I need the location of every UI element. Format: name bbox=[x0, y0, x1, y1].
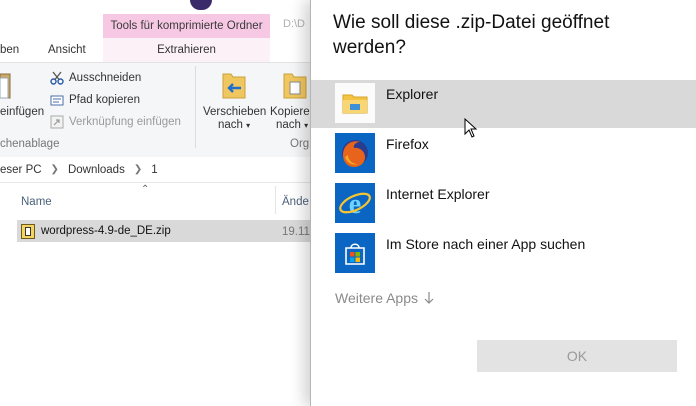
column-header-date[interactable]: Ände bbox=[282, 196, 309, 208]
app-option-explorer[interactable]: Explorer bbox=[311, 80, 696, 128]
tab-extract[interactable]: Extrahieren bbox=[103, 38, 270, 63]
more-apps-label: Weitere Apps bbox=[335, 290, 419, 306]
copy-to-label-2-text: nach bbox=[276, 119, 301, 131]
mouse-cursor-icon bbox=[464, 118, 478, 138]
paste-shortcut-label: Verknüpfung einfügen bbox=[69, 116, 181, 128]
copy-path-icon bbox=[50, 95, 64, 106]
copy-to-icon[interactable] bbox=[282, 70, 308, 100]
breadcrumb-downloads[interactable]: Downloads bbox=[68, 164, 125, 176]
window-title-path: D:\D bbox=[283, 18, 305, 30]
column-header-name[interactable]: Name bbox=[21, 196, 52, 208]
scissors-icon bbox=[50, 71, 64, 85]
app-name-internet-explorer: Internet Explorer bbox=[386, 186, 490, 202]
compressed-folder-tools-header: Tools für komprimierte Ordner bbox=[103, 14, 270, 38]
arrow-down-icon bbox=[424, 292, 434, 304]
app-name-explorer: Explorer bbox=[386, 86, 439, 102]
file-date: 19.11 bbox=[282, 226, 310, 238]
tab-view[interactable]: Ansicht bbox=[48, 44, 86, 56]
move-to-label-1[interactable]: Verschieben bbox=[203, 106, 266, 119]
ok-button[interactable]: OK bbox=[477, 340, 677, 372]
copy-to-label-1[interactable]: Kopiere bbox=[270, 106, 310, 119]
app-option-internet-explorer[interactable]: e Internet Explorer bbox=[311, 180, 696, 228]
clipboard-group-label: chenablage bbox=[0, 138, 60, 150]
move-to-icon[interactable] bbox=[221, 70, 247, 100]
copy-path-button[interactable]: Pfad kopieren bbox=[50, 93, 140, 107]
file-name: wordpress-4.9-de_DE.zip bbox=[41, 225, 171, 237]
app-name-firefox: Firefox bbox=[386, 136, 429, 152]
move-to-label-2[interactable]: nach ▾ bbox=[218, 119, 250, 132]
shortcut-icon bbox=[50, 115, 64, 129]
paste-shortcut-button[interactable]: Verknüpfung einfügen bbox=[50, 115, 181, 129]
dialog-title: Wie soll diese .zip-Datei geöffnet werde… bbox=[333, 12, 610, 58]
ribbon-separator bbox=[195, 66, 196, 148]
file-explorer-icon bbox=[335, 83, 375, 123]
column-divider[interactable] bbox=[275, 186, 276, 214]
internet-explorer-icon: e bbox=[335, 183, 375, 223]
cut-button[interactable]: Ausschneiden bbox=[50, 71, 141, 85]
app-option-store[interactable]: Im Store nach einer App suchen bbox=[311, 230, 696, 278]
breadcrumb[interactable]: eser PC ❯ Downloads ❯ 1 bbox=[0, 157, 310, 183]
copy-path-label: Pfad kopieren bbox=[69, 94, 140, 106]
organize-group-label: Org bbox=[290, 138, 310, 150]
store-icon bbox=[335, 233, 375, 273]
file-row[interactable]: wordpress-4.9-de_DE.zip bbox=[17, 220, 310, 242]
copy-to-label-2[interactable]: nach ▾ bbox=[276, 119, 308, 132]
chevron-right-icon: ❯ bbox=[50, 164, 59, 175]
tab-share[interactable]: ben bbox=[0, 44, 19, 56]
firefox-icon bbox=[335, 133, 375, 173]
paste-label[interactable]: einfügen bbox=[0, 106, 44, 118]
more-apps-link[interactable]: Weitere Apps bbox=[335, 290, 434, 306]
move-to-label-2-text: nach bbox=[218, 119, 243, 131]
zip-file-icon bbox=[21, 223, 35, 239]
chevron-right-icon: ❯ bbox=[133, 164, 143, 175]
open-with-dialog: Wie soll diese .zip-Datei geöffnet werde… bbox=[310, 0, 696, 406]
sort-ascending-icon: ⌃ bbox=[141, 184, 150, 195]
file-explorer-window: Tools für komprimierte Ordner D:\D ben A… bbox=[0, 0, 310, 406]
app-option-firefox[interactable]: Firefox bbox=[311, 130, 696, 178]
breadcrumb-this-pc[interactable]: eser PC bbox=[0, 164, 42, 176]
cut-label: Ausschneiden bbox=[69, 72, 142, 84]
paste-icon[interactable] bbox=[0, 70, 12, 100]
app-name-store: Im Store nach einer App suchen bbox=[386, 236, 586, 252]
breadcrumb-folder[interactable]: 1 bbox=[151, 164, 157, 176]
